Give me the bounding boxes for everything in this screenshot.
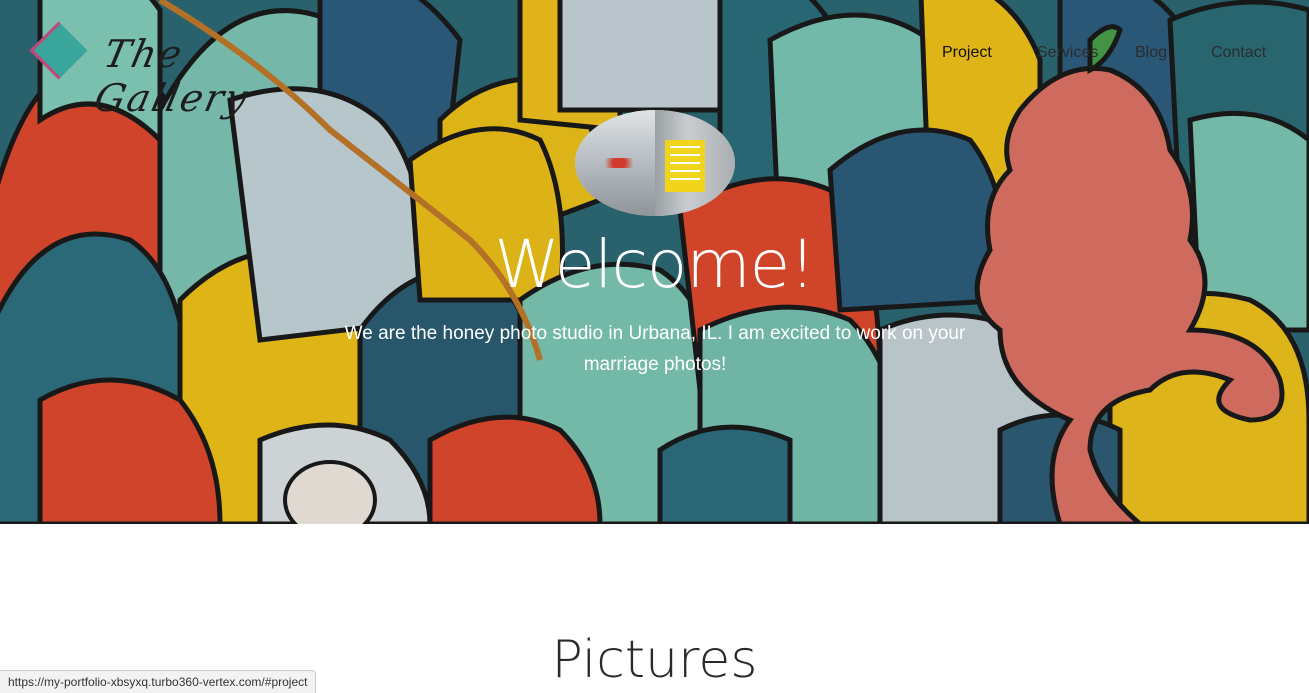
hero-heading: Welcome! [494, 226, 815, 303]
avatar-yellow-sign [665, 140, 705, 192]
nav-services-link[interactable]: Services [1037, 44, 1107, 62]
logo-diamond-icon [29, 21, 88, 80]
nav-contact-link[interactable]: Contact [1211, 44, 1271, 62]
logo-text: The Gallery [90, 32, 254, 120]
status-bar-url: https://my-portfolio-xbsyxq.turbo360-ver… [0, 670, 317, 693]
profile-avatar-image [575, 110, 735, 216]
hero-section: The Gallery Project Services Blog Contac… [0, 0, 1309, 524]
brand-logo[interactable]: The Gallery [29, 21, 310, 120]
avatar-traffic-lights [599, 158, 639, 168]
nav-blog-link[interactable]: Blog [1135, 44, 1175, 62]
hero-tagline: We are the honey photo studio in Urbana,… [344, 323, 966, 375]
nav-project-link[interactable]: Project [942, 44, 1002, 62]
